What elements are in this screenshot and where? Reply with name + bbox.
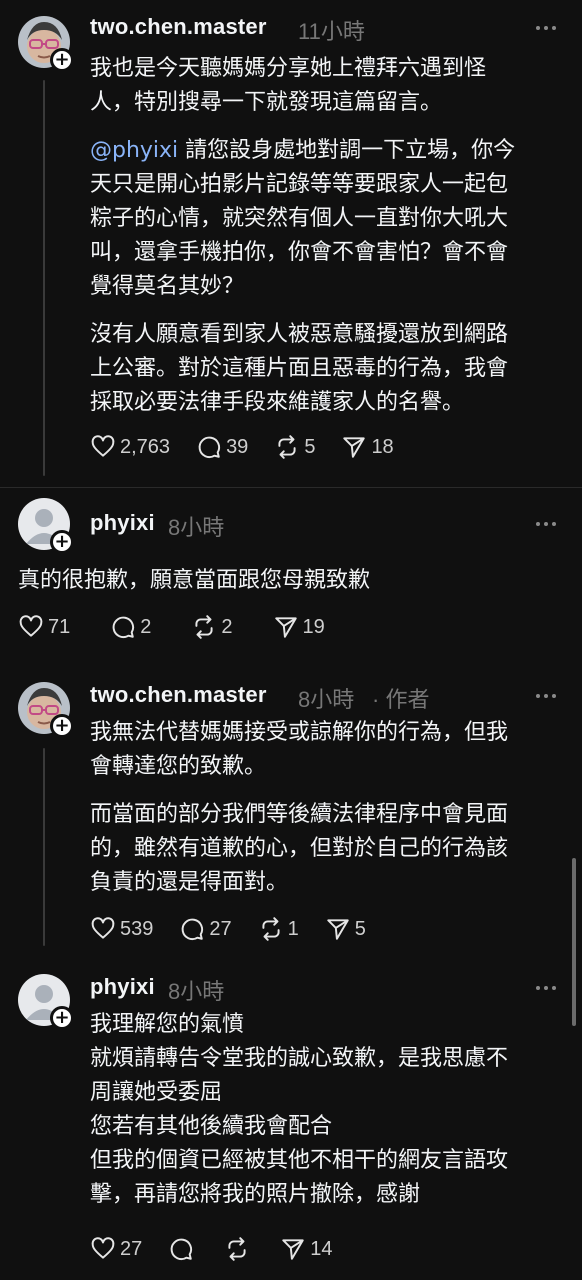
action-bar: 27 14 [90,1234,359,1264]
share-button[interactable]: 5 [325,916,366,942]
comment-post-1: + two.chen.master 11小時 我也是今天聽媽媽分享她上禮拜六遇到… [0,0,582,488]
repost-count: 1 [287,917,299,940]
repost-button[interactable]: 1 [258,916,299,942]
repost-icon [195,615,213,639]
comment-post-4: + phyixi 8小時 我理解您的氣憤 就煩請轉告令堂我的誠心致歉，是我思慮不… [0,958,582,1280]
share-button[interactable]: 18 [341,434,394,460]
like-button[interactable]: 2,763 [90,434,170,460]
like-button[interactable]: 27 [90,1236,142,1262]
post-time: 11小時 [298,19,365,44]
comment-count: 2 [140,615,152,638]
action-bar: 2,763 39 5 18 [90,432,420,462]
repost-count: 5 [304,435,316,458]
post-text-paragraph-2: 而當面的部分我們等後續法律程序中會見面 的，雖然有道歉的心，但對於自己的行為該 … [90,802,509,895]
more-dots-icon[interactable] [534,519,558,529]
share-count: 19 [302,615,325,638]
post-time: 8小時 [168,979,225,1004]
follow-plus-icon[interactable]: + [50,1006,74,1030]
thread-line [43,80,45,476]
username[interactable]: phyixi [90,974,155,1000]
username[interactable]: two.chen.master [90,14,267,40]
share-button[interactable]: 14 [280,1236,333,1262]
comment-post-2: + phyixi 8小時 真的很抱歉，願意當面跟您母親致歉 71 2 2 19 [0,488,582,668]
follow-plus-icon[interactable]: + [50,714,74,738]
heart-icon [91,917,115,939]
send-icon [327,919,349,940]
like-count: 2,763 [120,435,171,458]
post-time: 8小時 [168,515,225,540]
post-text: 我理解您的氣憤 就煩請轉告令堂我的誠心致歉，是我思慮不 周讓她受委屈 您若有其他… [90,1012,509,1207]
repost-button[interactable]: 2 [191,614,233,640]
mention-link[interactable]: @phyixi [90,138,178,163]
send-icon [274,617,297,638]
heart-icon [91,435,115,457]
share-count: 18 [371,435,394,458]
repost-icon [228,1237,246,1261]
heart-icon [19,615,43,637]
author-tag: · 作者 [372,687,430,712]
comment-post-3: + two.chen.master 8小時 · 作者 我無法代替媽媽接受或諒解你… [0,668,582,958]
action-bar: 539 27 1 5 [90,914,392,944]
send-icon [343,437,366,458]
like-button[interactable]: 71 [18,614,70,640]
thread-line [43,748,45,946]
scrollbar[interactable] [572,858,576,1026]
post-time: 8小時 [298,687,355,712]
share-button[interactable]: 19 [273,614,325,640]
username[interactable]: two.chen.master [90,682,267,708]
comment-button[interactable] [168,1236,198,1262]
post-text-paragraph-3: 沒有人願意看到家人被惡意騷擾還放到網路 上公審。對於這種片面且惡毒的行為，我會 … [90,322,509,415]
action-bar: 71 2 2 19 [18,612,351,642]
like-button[interactable]: 539 [90,916,153,942]
like-count: 27 [120,1237,143,1260]
repost-icon [262,917,280,941]
post-text-paragraph-2: @phyixi 請您設身處地對調一下立場，你今 天只是開心拍影片記錄等等要跟家人… [90,134,568,304]
send-icon [282,1239,304,1260]
post-text: 真的很抱歉，願意當面跟您母親致歉 [18,568,371,593]
post-text-paragraph-1: 我無法代替媽媽接受或諒解你的行為，但我 會轉達您的致歉。 [90,720,509,779]
repost-button[interactable] [224,1236,254,1262]
comment-count: 27 [209,917,232,940]
more-dots-icon[interactable] [534,691,558,701]
comment-button[interactable]: 27 [179,916,232,942]
repost-icon [278,435,296,459]
more-dots-icon[interactable] [534,23,558,33]
post-text-paragraph-1: 我也是今天聽媽媽分享她上禮拜六遇到怪 人，特別搜尋一下就發現這篇留言。 [90,56,487,115]
share-count: 5 [354,917,366,940]
like-count: 71 [48,615,71,638]
share-count: 14 [310,1237,333,1260]
comment-bubble-icon [198,436,221,459]
follow-plus-icon[interactable]: + [50,48,74,72]
comment-count: 39 [226,435,249,458]
repost-button[interactable]: 5 [274,434,315,460]
like-count: 539 [120,917,154,940]
username[interactable]: phyixi [90,510,155,536]
repost-count: 2 [221,615,233,638]
comment-button[interactable]: 2 [110,614,151,640]
follow-plus-icon[interactable]: + [50,530,74,554]
comment-bubble-icon [170,1238,193,1261]
more-dots-icon[interactable] [534,983,558,993]
comment-button[interactable]: 39 [196,434,248,460]
comment-bubble-icon [112,616,135,639]
comment-bubble-icon [181,918,204,941]
heart-icon [91,1237,115,1259]
